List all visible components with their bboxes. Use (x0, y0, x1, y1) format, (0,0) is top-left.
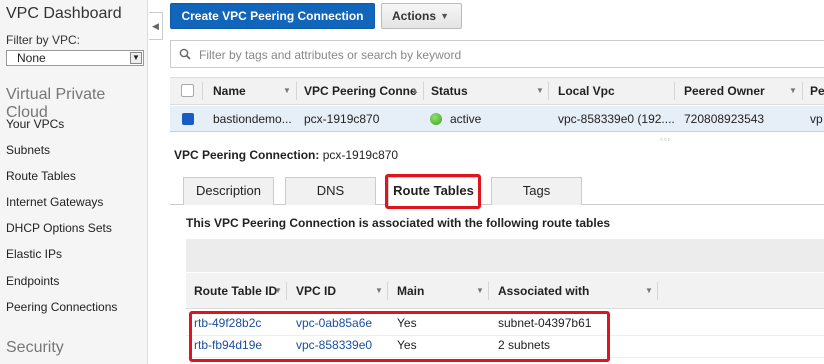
sidebar: VPC Dashboard Filter by VPC: None ▼ Virt… (0, 0, 148, 364)
sort-ascending-icon[interactable]: ▲ (411, 78, 419, 104)
column-divider (657, 282, 658, 300)
chevron-down-icon[interactable]: ▼ (283, 78, 291, 104)
chevron-down-icon[interactable]: ▼ (274, 273, 282, 309)
vpc-filter-value: None (17, 51, 46, 65)
sidebar-title[interactable]: VPC Dashboard (6, 5, 122, 23)
column-divider (802, 82, 803, 100)
filter-label: Filter by VPC: (6, 33, 81, 47)
collapse-sidebar-button[interactable]: ◀ (149, 12, 163, 40)
column-header-status[interactable]: Status (431, 78, 468, 104)
column-header-peered-owner[interactable]: Peered Owner (684, 78, 765, 104)
actions-button[interactable]: Actions ▼ (381, 3, 462, 29)
cell-peering-id: pcx-1919c870 (304, 112, 380, 126)
column-header-route-table-id[interactable]: Route Table ID (194, 273, 277, 309)
sidebar-item-route-tables[interactable]: Route Tables (6, 169, 76, 183)
column-header-local-vpc[interactable]: Local Vpc (558, 78, 615, 104)
grid-header: Name ▼ VPC Peering Conne ▲ Status ▼ Loca… (170, 77, 824, 105)
column-divider (488, 282, 489, 300)
detail-title-label: VPC Peering Connection: (174, 148, 320, 162)
chevron-down-icon[interactable]: ▼ (789, 78, 797, 104)
column-divider (286, 282, 287, 300)
section-heading-security: Security (6, 339, 64, 356)
column-header-pe[interactable]: Pe (810, 78, 824, 104)
status-active-icon (430, 113, 442, 125)
chevron-down-icon[interactable]: ▼ (375, 273, 383, 309)
route-table-header: Route Table ID ▼ VPC ID ▼ Main ▼ Associa… (186, 273, 824, 309)
column-divider (387, 282, 388, 300)
detail-title: VPC Peering Connection: pcx-1919c870 (174, 148, 398, 162)
route-table-toolbar (186, 239, 824, 272)
search-placeholder: Filter by tags and attributes or search … (199, 48, 462, 62)
column-divider (423, 82, 424, 100)
column-divider (296, 82, 297, 100)
highlight-box (385, 174, 481, 209)
column-header-vpc-id[interactable]: VPC ID (296, 273, 336, 309)
create-peering-connection-button[interactable]: Create VPC Peering Connection (170, 3, 375, 29)
column-header-peering-id[interactable]: VPC Peering Conne (304, 78, 417, 104)
column-divider (548, 82, 549, 100)
column-divider (674, 82, 675, 100)
cell-pe: vp (810, 112, 823, 126)
sidebar-item-your-vpcs[interactable]: Your VPCs (6, 117, 64, 131)
association-description: This VPC Peering Connection is associate… (186, 216, 611, 230)
tab-dns[interactable]: DNS (285, 177, 376, 205)
tab-tags[interactable]: Tags (491, 177, 582, 205)
sidebar-item-peering-connections[interactable]: Peering Connections (6, 300, 117, 314)
column-header-main[interactable]: Main (397, 273, 424, 309)
row-checkbox[interactable] (182, 113, 194, 125)
column-header-associated-with[interactable]: Associated with (498, 273, 589, 309)
sidebar-item-dhcp-options-sets[interactable]: DHCP Options Sets (6, 221, 112, 235)
select-all-checkbox[interactable] (181, 84, 194, 97)
sidebar-item-endpoints[interactable]: Endpoints (6, 274, 59, 288)
cell-local-vpc: vpc-858339e0 (192.... (558, 112, 675, 126)
sidebar-item-subnets[interactable]: Subnets (6, 143, 50, 157)
chevron-down-icon[interactable]: ▼ (645, 273, 653, 309)
chevron-down-icon[interactable]: ▼ (536, 78, 544, 104)
highlight-box (189, 311, 610, 362)
cell-name: bastiondemo... (213, 112, 292, 126)
search-icon (179, 48, 191, 60)
chevron-down-icon: ▼ (130, 52, 142, 64)
chevron-down-icon[interactable]: ▼ (476, 273, 484, 309)
sidebar-item-elastic-ips[interactable]: Elastic IPs (6, 247, 62, 261)
cell-peered-owner: 720808923543 (684, 112, 765, 126)
chevron-down-icon: ▼ (440, 11, 449, 21)
actions-label: Actions (392, 9, 437, 23)
cell-status: active (450, 112, 482, 126)
vpc-filter-select[interactable]: None ▼ (6, 50, 144, 66)
sidebar-item-internet-gateways[interactable]: Internet Gateways (6, 195, 103, 209)
search-input[interactable]: Filter by tags and attributes or search … (170, 40, 824, 68)
column-header-name[interactable]: Name (213, 78, 246, 104)
column-divider (202, 82, 203, 100)
resize-handle[interactable]: ▫▫▫ (660, 135, 672, 144)
table-row[interactable]: bastiondemo... pcx-1919c870 active vpc-8… (170, 106, 824, 132)
tab-description[interactable]: Description (183, 177, 274, 205)
detail-title-value: pcx-1919c870 (322, 148, 399, 162)
